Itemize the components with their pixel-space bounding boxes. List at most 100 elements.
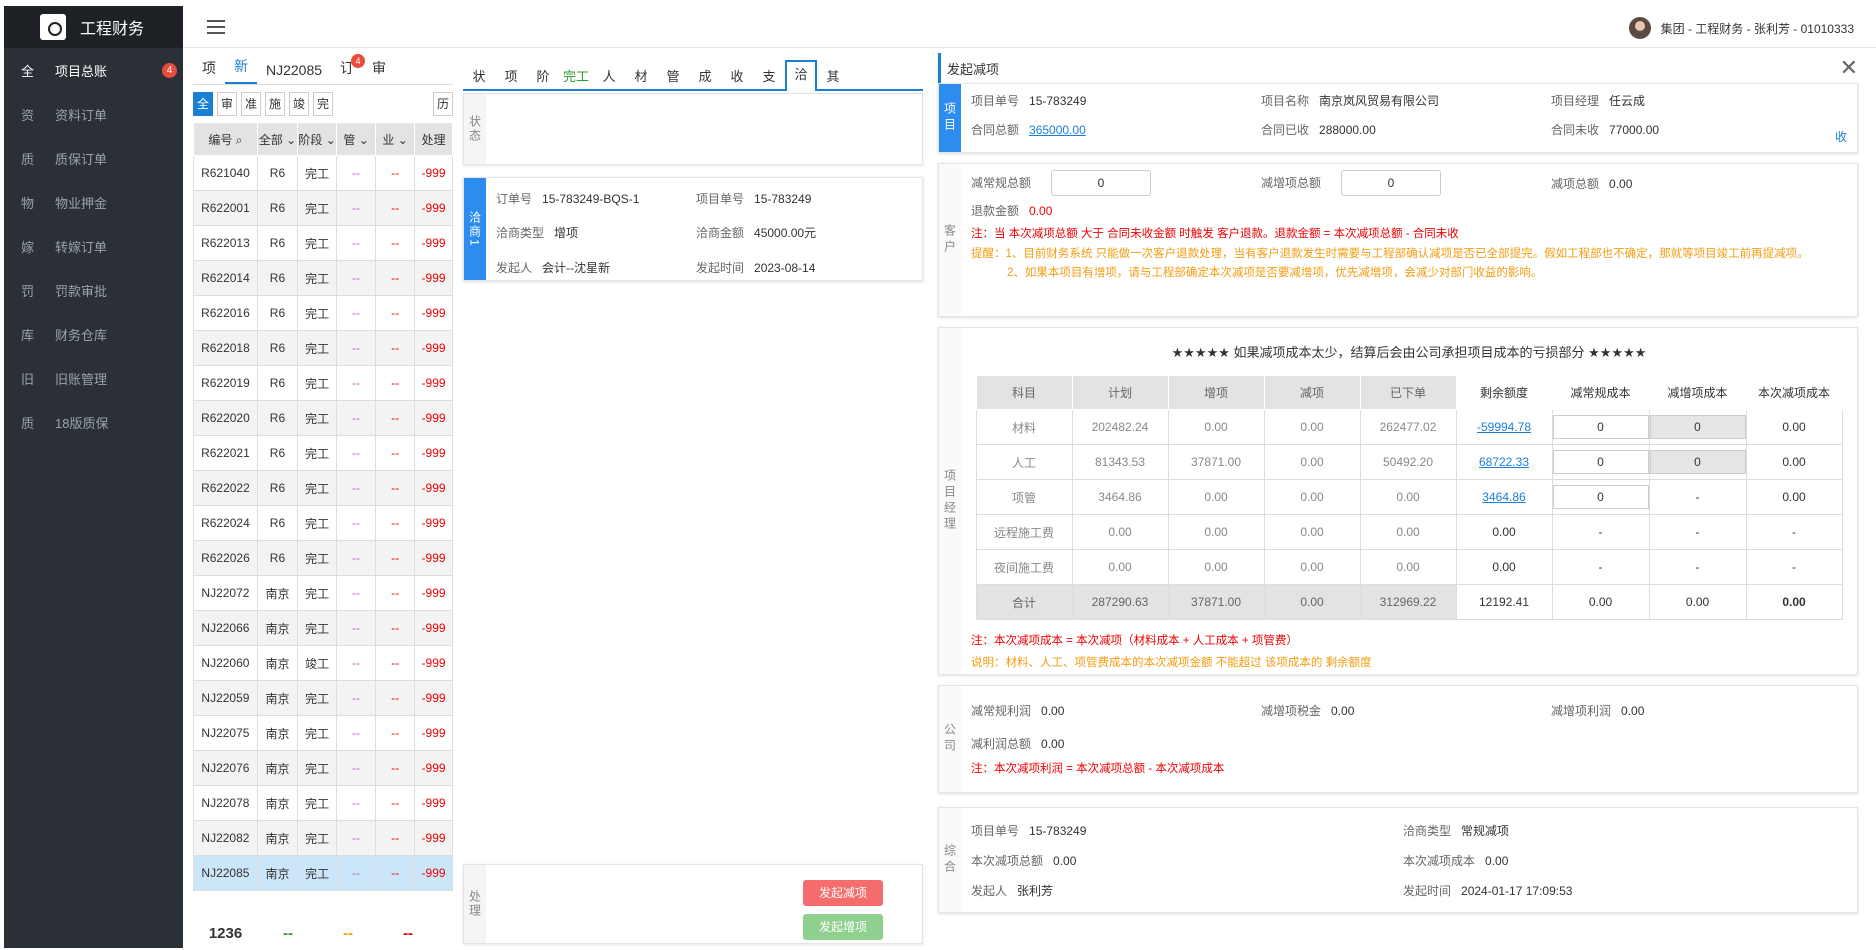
detail-tab-1[interactable]: 项: [495, 66, 527, 89]
list-col-header-4[interactable]: 业 ⌄: [375, 122, 416, 156]
table-cell: R622021: [193, 435, 258, 471]
sidebar-item-1[interactable]: 资 资料订单: [4, 92, 183, 136]
table-row[interactable]: R622026 R6 完工 -- -- -999: [193, 540, 453, 576]
table-row[interactable]: R622016 R6 完工 -- -- -999: [193, 295, 453, 331]
project-table: 编号 ⌕ 全部 ⌄ 阶段 ⌄ 管 ⌄ 业 ⌄ 处理 R621040 R6 完工 -- -- -999…: [193, 122, 453, 891]
cost-explain: 说明：材料、人工、项管费成本的本次减项金额 不能超过 该项成本的 剩余额度: [971, 657, 1372, 669]
table-cell: R622014: [193, 260, 258, 296]
sidebar-item-2[interactable]: 质 质保订单: [4, 136, 183, 180]
table-row[interactable]: R622019 R6 完工 -- -- -999: [193, 365, 453, 401]
table-row[interactable]: NJ22072 南京 完工 -- -- -999: [193, 575, 453, 611]
user-info[interactable]: 集团 - 工程财务 - 张利芳 - 01010333: [1628, 17, 1854, 39]
list-col-header-5[interactable]: 处理: [414, 122, 453, 156]
reduce-normal-input[interactable]: 0: [1552, 450, 1649, 474]
filter-button-0[interactable]: 全: [193, 91, 213, 116]
sidebar-item-8[interactable]: 质 18版质保: [4, 400, 183, 444]
detail-tab-4[interactable]: 人: [593, 66, 625, 89]
detail-tab-11[interactable]: 其: [817, 66, 849, 89]
table-cell: --: [336, 505, 377, 541]
detail-tab-10[interactable]: 洽: [785, 60, 817, 91]
remain-value[interactable]: 68722.33: [1479, 455, 1529, 469]
p-manager-label: 项目经理: [1551, 94, 1600, 108]
table-row[interactable]: NJ22075 南京 完工 -- -- -999: [193, 715, 453, 751]
negotiation-card[interactable]: 洽商1 订单号 15-783249-BQS-1 项目单号 15-783249 洽商类…: [463, 177, 923, 281]
reduce-normal-input[interactable]: 0: [1552, 415, 1649, 439]
table-row[interactable]: R622022 R6 完工 -- -- -999: [193, 470, 453, 506]
table-row[interactable]: R622001 R6 完工 -- -- -999: [193, 190, 453, 226]
sidebar-item-abbr: 全: [21, 63, 35, 79]
table-row[interactable]: R622020 R6 完工 -- -- -999: [193, 400, 453, 436]
co-normal-label: 减常规利润: [971, 704, 1032, 718]
list-col-header-2[interactable]: 阶段 ⌄: [297, 122, 338, 156]
table-row[interactable]: R621040 R6 完工 -- -- -999: [193, 155, 453, 191]
list-tab-2[interactable]: NJ22085: [257, 62, 331, 84]
c-normal-label: 减常规总额: [971, 176, 1032, 190]
detail-tab-5[interactable]: 材: [625, 66, 657, 89]
sidebar-item-label: 罚款审批: [55, 283, 108, 299]
close-icon[interactable]: ✕: [1840, 55, 1858, 81]
co-total-label: 减利润总额: [971, 737, 1032, 751]
table-cell: NJ22078: [193, 785, 258, 821]
detail-tab-8[interactable]: 收: [721, 66, 753, 89]
filter-button-5[interactable]: 完: [313, 91, 333, 116]
detail-tab-2[interactable]: 阶: [527, 66, 559, 89]
list-col-header-3[interactable]: 管 ⌄: [336, 122, 377, 156]
detail-tab-0[interactable]: 状: [463, 66, 495, 89]
table-row[interactable]: NJ22060 南京 竣工 -- -- -999: [193, 645, 453, 681]
sidebar-item-abbr: 资: [21, 107, 35, 123]
filter-button-3[interactable]: 施: [265, 91, 285, 116]
collapse-link[interactable]: 收: [1835, 128, 1847, 145]
sidebar-item-0[interactable]: 全 项目总账 4: [4, 48, 183, 92]
detail-tab-3[interactable]: 完工: [559, 66, 593, 89]
list-tab-0[interactable]: 项: [193, 58, 225, 84]
filter-button-2[interactable]: 准: [241, 91, 261, 116]
inc-total-input[interactable]: 0: [1341, 170, 1442, 196]
table-row[interactable]: R622021 R6 完工 -- -- -999: [193, 435, 453, 471]
table-row[interactable]: NJ22078 南京 完工 -- -- -999: [193, 785, 453, 821]
remain-value[interactable]: 3464.86: [1482, 490, 1525, 504]
sidebar-item-6[interactable]: 库 财务仓库: [4, 312, 183, 356]
list-tab-1[interactable]: 新: [225, 56, 257, 84]
detail-tab-6[interactable]: 管: [657, 66, 689, 89]
menu-toggle-icon[interactable]: [207, 19, 225, 34]
co-total: 0.00: [1041, 737, 1065, 751]
avatar[interactable]: [1628, 17, 1651, 39]
list-col-header-0[interactable]: 编号 ⌕: [193, 122, 258, 156]
table-row[interactable]: R622013 R6 完工 -- -- -999: [193, 225, 453, 261]
filter-button-4[interactable]: 竣: [289, 91, 309, 116]
list-tab-4[interactable]: 审: [363, 58, 395, 84]
manager-section: 项目经理 ★★★★★ 如果减项成本太少，结算后会由公司承担项目成本的亏损部分 ★…: [938, 327, 1858, 675]
table-row[interactable]: NJ22085 南京 完工 -- -- -999: [193, 855, 453, 891]
sidebar-item-7[interactable]: 旧 旧账管理: [4, 356, 183, 400]
table-cell: 完工: [297, 785, 338, 821]
table-row[interactable]: R622024 R6 完工 -- -- -999: [193, 505, 453, 541]
table-row[interactable]: R622018 R6 完工 -- -- -999: [193, 330, 453, 366]
nav-badge: 4: [162, 63, 177, 78]
customer-tip2: 2、如果本项目有增项，请与工程部确定本次减项是否要减增项，优先减增项，会减少对部…: [1007, 267, 1543, 279]
cost-cell: 夜间施工费: [975, 549, 1073, 585]
sidebar-item-4[interactable]: 嫁 转嫁订单: [4, 224, 183, 268]
start-reduce-button[interactable]: 发起减项: [803, 880, 883, 906]
sidebar-item-5[interactable]: 罚 罚款审批: [4, 268, 183, 312]
remain-value[interactable]: -59994.78: [1477, 420, 1531, 434]
table-row[interactable]: NJ22059 南京 完工 -- -- -999: [193, 680, 453, 716]
table-row[interactable]: NJ22082 南京 完工 -- -- -999: [193, 820, 453, 856]
contract-total-link[interactable]: 365000.00: [1029, 123, 1086, 137]
project-section: 项目 项目单号 15-783249 项目名称 南京岚风贸易有限公司 项目经理 任云成 …: [938, 83, 1858, 153]
chevron-down-icon: ⌄: [282, 132, 297, 147]
table-row[interactable]: NJ22076 南京 完工 -- -- -999: [193, 750, 453, 786]
table-row[interactable]: R622014 R6 完工 -- -- -999: [193, 260, 453, 296]
detail-tab-7[interactable]: 成: [689, 66, 721, 89]
proj-no: 15-783249: [754, 192, 812, 206]
table-cell: --: [375, 750, 416, 786]
history-button[interactable]: 历: [433, 91, 453, 116]
sidebar-item-3[interactable]: 物 物业押金: [4, 180, 183, 224]
normal-total-input[interactable]: 0: [1051, 170, 1152, 196]
list-col-header-1[interactable]: 全部 ⌄: [256, 122, 299, 156]
start-add-button[interactable]: 发起增项: [803, 914, 883, 940]
table-row[interactable]: NJ22066 南京 完工 -- -- -999: [193, 610, 453, 646]
reduce-normal-input[interactable]: 0: [1552, 485, 1649, 509]
filter-button-1[interactable]: 审: [217, 91, 237, 116]
detail-tab-9[interactable]: 支: [753, 66, 785, 89]
list-tab-3[interactable]: 订4: [331, 54, 366, 84]
